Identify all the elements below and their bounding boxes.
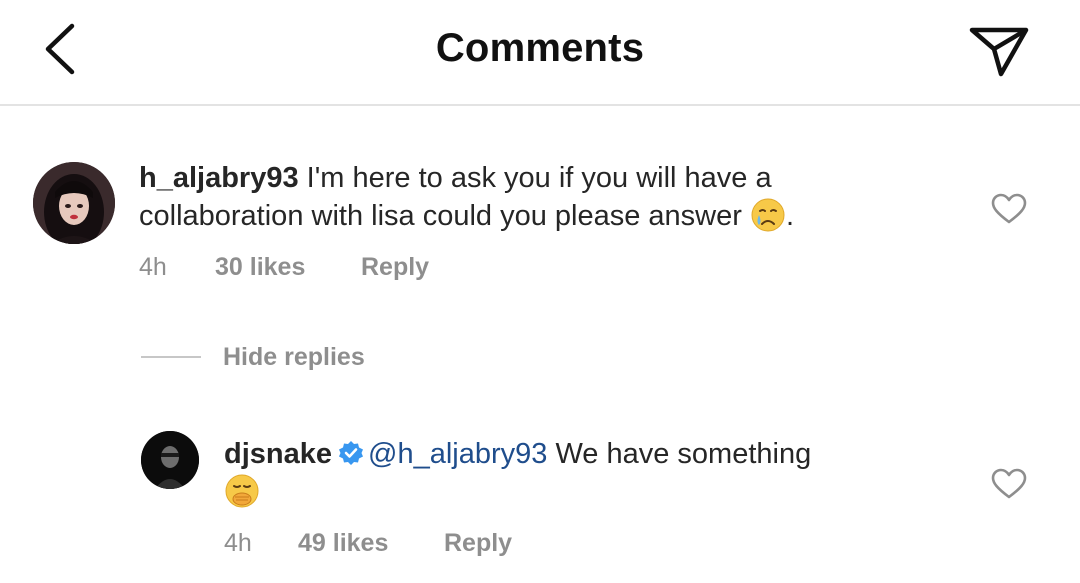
comments-screen: Comments h_aljabry93 I'm here to ask you…	[0, 0, 1080, 583]
page-title: Comments	[435, 26, 645, 70]
face-with-hand-over-mouth-emoji-icon	[225, 474, 259, 508]
reply-likes[interactable]: 49 likes	[298, 529, 444, 558]
comment-reply-button[interactable]: Reply	[361, 253, 429, 282]
avatar[interactable]	[33, 162, 115, 244]
share-paper-plane-icon[interactable]	[968, 22, 1030, 78]
reply-body: djsnake @h_aljabry93 We have something	[224, 436, 944, 511]
header-bar: Comments	[0, 0, 1080, 106]
reply-username[interactable]: djsnake	[224, 438, 332, 470]
reply-text: We have something	[555, 438, 812, 470]
profile-photo-icon	[33, 162, 115, 244]
comment-likes[interactable]: 30 likes	[215, 253, 361, 282]
avatar[interactable]	[141, 431, 199, 489]
comment-text-suffix: .	[785, 200, 795, 232]
like-heart-icon[interactable]	[991, 193, 1027, 225]
reply-reply-button[interactable]: Reply	[444, 529, 512, 558]
comment-body: h_aljabry93 I'm here to ask you if you w…	[139, 160, 939, 235]
reply-time: 4h	[224, 529, 252, 557]
profile-photo-icon	[141, 431, 199, 489]
comment-username[interactable]: h_aljabry93	[139, 162, 299, 194]
like-heart-icon[interactable]	[991, 468, 1027, 500]
verified-badge-icon	[339, 441, 363, 465]
hide-replies-divider	[141, 356, 201, 358]
hide-replies-button[interactable]: Hide replies	[223, 343, 365, 372]
reply-meta: 4h 49 likes Reply	[224, 529, 512, 558]
comment-meta: 4h 30 likes Reply	[139, 253, 429, 282]
crying-face-emoji-icon	[751, 198, 785, 232]
reply-mention[interactable]: @h_aljabry93	[368, 438, 547, 470]
comment-time: 4h	[139, 253, 167, 281]
